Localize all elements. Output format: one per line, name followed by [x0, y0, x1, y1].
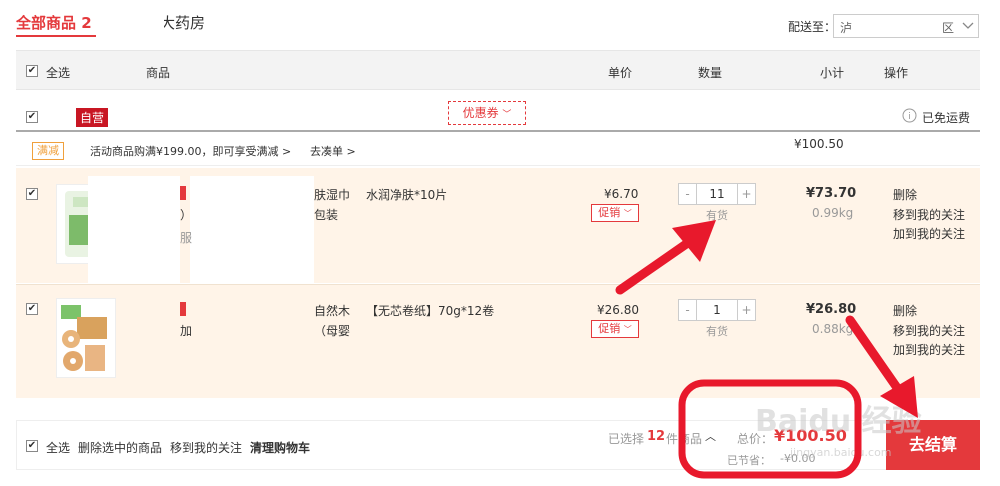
cart-page: 全部商品 2 大药房 配送至： 泸 区 ✔ 全选 商品 单价 数量 小计 操作 …: [0, 0, 1000, 486]
total-highlight-circle: [678, 379, 862, 479]
annotation-overlay: [615, 220, 918, 479]
arrow-to-quantity-annotation: [615, 220, 716, 295]
